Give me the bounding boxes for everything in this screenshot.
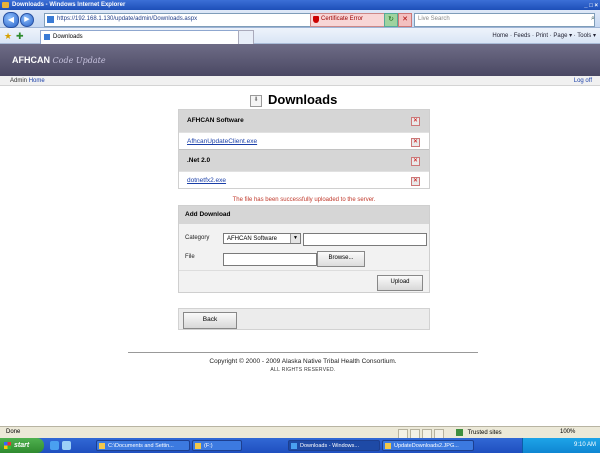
back-panel: Back xyxy=(178,308,430,330)
page-icon xyxy=(47,16,54,23)
file-row: dotnetfx2.exe ✕ xyxy=(179,171,429,188)
certificate-error-button[interactable]: Certificate Error xyxy=(310,13,392,27)
category-select[interactable]: AFHCAN Software ▼ xyxy=(223,233,301,244)
new-tab-button[interactable] xyxy=(238,30,254,45)
upload-row: Upload xyxy=(179,270,429,293)
add-download-panel: Add Download Category AFHCAN Software ▼ … xyxy=(178,205,430,293)
category-label: Category xyxy=(185,235,210,241)
window-title: Downloads - Windows Internet Explorer xyxy=(12,2,126,8)
delete-file-icon[interactable]: ✕ xyxy=(411,138,420,147)
file-row: AfhcanUpdateClient.exe ✕ xyxy=(179,132,429,149)
window-title-bar: Downloads - Windows Internet Explorer _ … xyxy=(0,0,600,10)
file-path-input[interactable] xyxy=(223,253,317,266)
section-header: AFHCAN Software ✕ xyxy=(179,110,429,132)
breadcrumb-home-link[interactable]: Home xyxy=(29,78,45,84)
taskbar-item[interactable]: Downloads - Windows... xyxy=(288,440,380,451)
command-bar[interactable]: Home · Feeds · Print · Page ▾ · Tools ▾ xyxy=(492,31,596,41)
windows-flag-icon xyxy=(4,442,11,449)
download-icon: ⬇ xyxy=(250,95,262,107)
trusted-check-icon xyxy=(456,428,463,436)
folder-icon xyxy=(195,443,201,449)
forward-nav-button[interactable]: ▶ xyxy=(20,13,34,27)
address-bar[interactable]: https://192.168.1.130/update/admin/Downl… xyxy=(44,13,318,27)
brand-logo: AFHCAN Code Update xyxy=(12,55,106,65)
success-message: The file has been successfully uploaded … xyxy=(232,197,376,203)
upload-button[interactable]: Upload xyxy=(377,275,423,291)
taskbar: start C:\Documents and Settin... (F:) Do… xyxy=(0,438,600,453)
logoff-link[interactable]: Log off xyxy=(574,76,592,86)
chevron-down-icon: ▼ xyxy=(290,234,300,243)
tab-page-icon xyxy=(44,34,50,40)
back-nav-button[interactable]: ◀ xyxy=(3,12,19,28)
add-favorite-icon[interactable]: ✚ xyxy=(16,31,24,41)
taskbar-item[interactable]: (F:) xyxy=(192,440,242,451)
file-link[interactable]: AfhcanUpdateClient.exe xyxy=(187,133,257,150)
folder-icon xyxy=(99,443,105,449)
shield-icon xyxy=(313,16,319,23)
taskbar-item[interactable]: UpdateDownloads2.JPG... xyxy=(382,440,474,451)
page-title: Downloads xyxy=(268,92,338,107)
delete-file-icon[interactable]: ✕ xyxy=(411,177,420,186)
delete-section-icon[interactable]: ✕ xyxy=(411,117,420,126)
refresh-button[interactable]: ↻ xyxy=(384,13,398,27)
browser-status-bar: Done Trusted sites 100% xyxy=(0,426,600,439)
downloads-table: AFHCAN Software ✕ AfhcanUpdateClient.exe… xyxy=(178,109,430,189)
page-heading: ⬇ Downloads xyxy=(250,92,370,108)
breadcrumb: Admin Home xyxy=(10,78,45,84)
new-category-input[interactable] xyxy=(303,233,427,246)
add-download-header: Add Download xyxy=(179,206,429,224)
address-url: https://192.168.1.130/update/admin/Downl… xyxy=(57,16,198,22)
delete-section-icon[interactable]: ✕ xyxy=(411,157,420,166)
stop-button[interactable]: ✕ xyxy=(398,13,412,27)
tab-toolbar: ★ ✚ Downloads Home · Feeds · Print · Pag… xyxy=(0,28,600,45)
footer-divider xyxy=(128,352,478,353)
back-button[interactable]: Back xyxy=(183,312,237,329)
tab-downloads[interactable]: Downloads xyxy=(40,30,250,44)
quicklaunch-ie-icon[interactable] xyxy=(50,441,59,450)
system-tray: 9:10 AM xyxy=(522,438,600,453)
admin-bar: Admin Home Log off xyxy=(0,76,600,86)
zoom-level[interactable]: 100% xyxy=(560,427,575,438)
quicklaunch-desktop-icon[interactable] xyxy=(62,441,71,450)
start-button[interactable]: start xyxy=(0,438,44,453)
search-icon[interactable]: ⌕ xyxy=(588,13,598,25)
search-input[interactable]: Live Search xyxy=(414,13,595,27)
browse-button[interactable]: Browse... xyxy=(317,251,365,267)
file-label: File xyxy=(185,254,195,260)
section-header: .Net 2.0 ✕ xyxy=(179,149,429,171)
ie-icon xyxy=(291,443,297,449)
taskbar-item[interactable]: C:\Documents and Settin... xyxy=(96,440,190,451)
favorites-star-icon[interactable]: ★ xyxy=(4,31,12,41)
file-link[interactable]: dotnetfx2.exe xyxy=(187,172,226,189)
clock[interactable]: 9:10 AM xyxy=(574,442,596,448)
address-toolbar: ◀ ▶ https://192.168.1.130/update/admin/D… xyxy=(0,10,600,28)
copyright-text: Copyright © 2000 - 2009 Alaska Native Tr… xyxy=(209,358,397,365)
app-banner: AFHCAN Code Update xyxy=(0,44,600,76)
image-icon xyxy=(385,443,391,449)
status-text: Done xyxy=(6,429,21,435)
rights-text: ALL RIGHTS RESERVED. xyxy=(270,367,336,373)
ie-icon xyxy=(2,2,9,8)
